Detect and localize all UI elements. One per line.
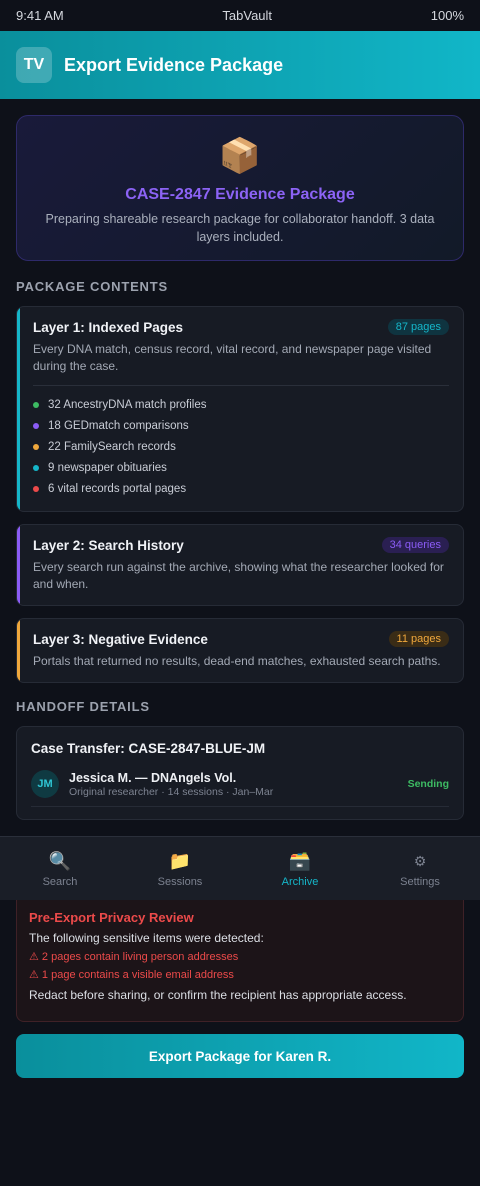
person-meta: Original researcher · 14 sessions · Jan–… (69, 785, 274, 798)
privacy-warning: ⚠ 2 pages contain living person addresse… (29, 951, 239, 963)
search-icon: 🔍 (48, 850, 72, 871)
privacy-intro: The following sensitive items were detec… (29, 931, 264, 945)
status-app-name: TabVault (222, 8, 273, 23)
status-battery: 100% (430, 8, 464, 23)
bullet-dot (33, 401, 39, 408)
tab-label: Archive (281, 875, 319, 888)
layer-description: Portals that returned no results, dead-e… (33, 654, 441, 668)
layer-count-badge: 34 queries (381, 537, 449, 553)
list-item-label: 9 newspaper obituaries (48, 461, 167, 474)
layer-description: Every search run against the archive, sh… (33, 560, 444, 591)
bottom-tab-bar: 🔍 Search 📁 Sessions 🗃️ Archive ⚙ Setting… (0, 836, 480, 900)
folder-icon: 📁 (168, 850, 192, 871)
page-title: Export Evidence Package (64, 54, 284, 75)
package-summary-card: 📦 CASE-2847 Evidence Package Preparing s… (16, 115, 464, 261)
bullet-dot (33, 422, 39, 429)
status-time: 9:41 AM (16, 8, 64, 23)
bullet-dot (33, 464, 39, 471)
layer-item-list: 32 AncestryDNA match profiles 18 GEDmatc… (33, 394, 449, 499)
person-name: Jessica M. — DNAngels Vol. (69, 770, 237, 785)
list-item: 9 newspaper obituaries (33, 457, 449, 478)
bullet-dot (33, 485, 39, 492)
layer-count-badge: 87 pages (387, 319, 449, 335)
package-title: CASE-2847 Evidence Package (125, 186, 355, 203)
tab-label: Sessions (157, 875, 203, 888)
status-badge: Sending (407, 778, 449, 790)
privacy-review-title: Pre-Export Privacy Review (29, 910, 194, 925)
app-header: TV Export Evidence Package (0, 31, 480, 99)
archive-box-icon: 🗃️ (288, 850, 312, 871)
layer-count-badge: 11 pages (388, 631, 449, 647)
layer-card-indexed-pages[interactable]: Layer 1: Indexed Pages 87 pages Every DN… (16, 306, 464, 512)
tab-label: Settings (400, 875, 440, 888)
package-icon: 📦 (218, 137, 262, 175)
list-item-label: 22 FamilySearch records (48, 440, 176, 453)
list-item-label: 32 AncestryDNA match profiles (48, 398, 207, 411)
tab-search[interactable]: 🔍 Search (0, 837, 120, 900)
list-item: 6 vital records portal pages (33, 478, 449, 499)
layer-card-negative-evidence[interactable]: Layer 3: Negative Evidence 11 pages Port… (16, 618, 464, 683)
layer-card-search-history[interactable]: Layer 2: Search History 34 queries Every… (16, 524, 464, 606)
layer-title: Layer 3: Negative Evidence (33, 631, 208, 647)
list-item-label: 18 GEDmatch comparisons (48, 419, 189, 432)
tab-label: Search (42, 875, 78, 888)
bullet-dot (33, 443, 39, 450)
privacy-warning: ⚠ 1 page contains a visible email addres… (29, 969, 234, 981)
package-subtitle: Preparing shareable research package for… (45, 212, 435, 244)
list-item: 32 AncestryDNA match profiles (33, 394, 449, 415)
handoff-card: Case Transfer: CASE-2847-BLUE-JM JM Jess… (16, 726, 464, 820)
privacy-footer: Redact before sharing, or confirm the re… (29, 988, 407, 1002)
tab-settings[interactable]: ⚙ Settings (360, 837, 480, 900)
export-package-button[interactable]: Export Package for Karen R. (16, 1034, 464, 1078)
status-bar: 9:41 AM TabVault 100% (0, 0, 480, 31)
list-item: 18 GEDmatch comparisons (33, 415, 449, 436)
layer-title: Layer 1: Indexed Pages (33, 319, 184, 335)
list-item-label: 6 vital records portal pages (48, 482, 187, 495)
package-contents-heading: PACKAGE CONTENTS (16, 279, 168, 294)
layer-title: Layer 2: Search History (33, 537, 184, 553)
handoff-details-heading: HANDOFF DETAILS (16, 699, 150, 714)
divider (33, 385, 449, 386)
gear-icon: ⚙ (413, 852, 427, 869)
avatar: JM (31, 770, 59, 798)
tab-sessions[interactable]: 📁 Sessions (120, 837, 240, 900)
list-item: 22 FamilySearch records (33, 436, 449, 457)
privacy-review-panel: Pre-Export Privacy Review The following … (16, 900, 464, 1022)
layer-description: Every DNA match, census record, vital re… (33, 342, 432, 373)
handoff-title: Case Transfer: CASE-2847-BLUE-JM (31, 741, 266, 756)
handoff-person-row[interactable]: JM Jessica M. — DNAngels Vol. Original r… (31, 770, 449, 807)
main-content: 📦 CASE-2847 Evidence Package Preparing s… (0, 99, 480, 836)
app-logo: TV (16, 47, 52, 83)
tab-archive[interactable]: 🗃️ Archive (240, 837, 360, 900)
